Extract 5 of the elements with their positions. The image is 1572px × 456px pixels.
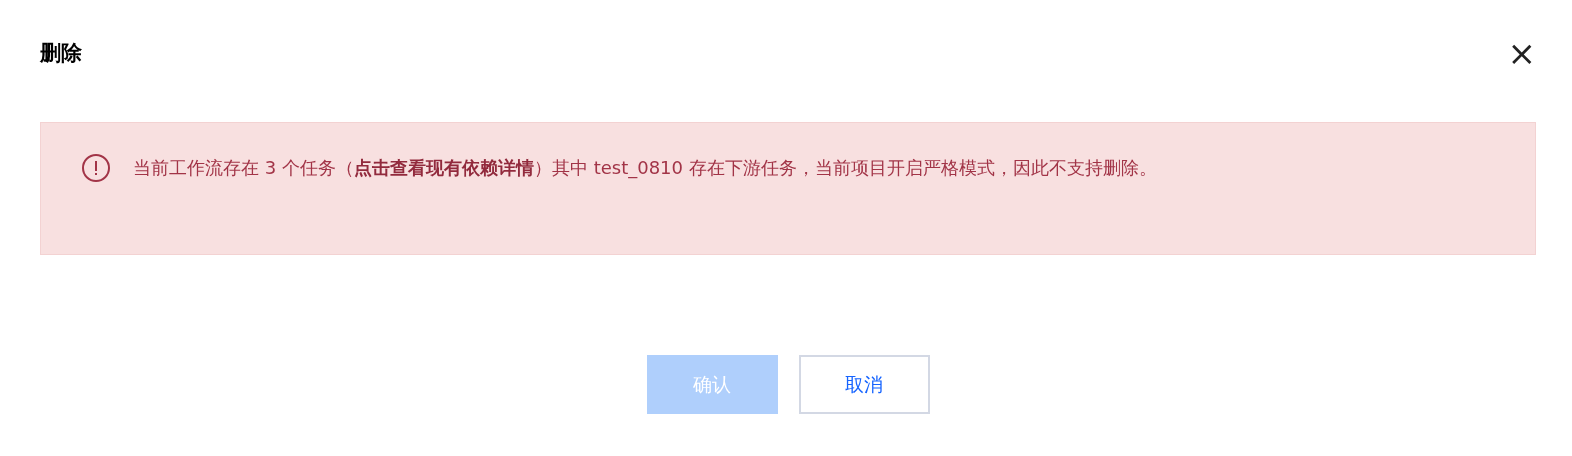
dialog-title: 删除 bbox=[40, 40, 82, 67]
alert-message: 当前工作流存在 3 个任务（点击查看现有依赖详情）其中 test_0810 存在下游任务，当前项目开启严格模式，因此不支持删除。 bbox=[133, 156, 1158, 181]
close-button[interactable]: × bbox=[1507, 38, 1536, 68]
warning-icon bbox=[81, 153, 111, 183]
cancel-button[interactable]: 取消 bbox=[798, 355, 930, 414]
